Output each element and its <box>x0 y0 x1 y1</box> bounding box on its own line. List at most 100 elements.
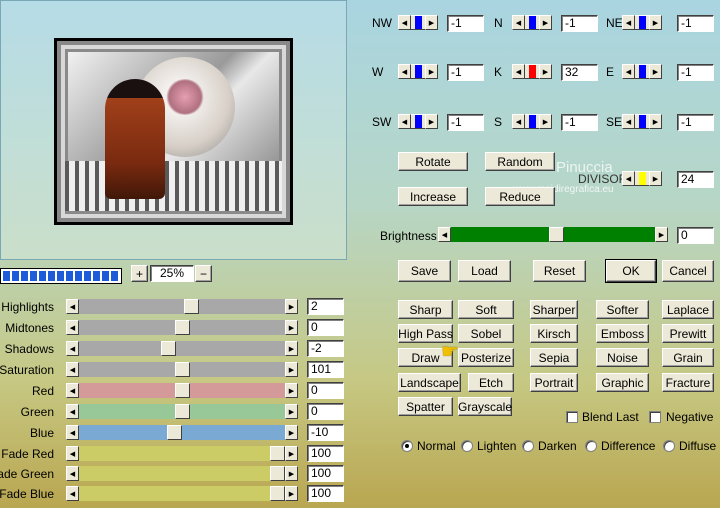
save-button[interactable]: Save <box>398 260 451 282</box>
dir-e-input[interactable]: -1 <box>677 64 714 81</box>
filter-prewitt-button[interactable]: Prewitt <box>662 324 714 343</box>
arrow-right-icon[interactable]: ▶ <box>285 320 298 335</box>
arrow-right-icon[interactable]: ▶ <box>649 171 662 186</box>
arrow-right-icon[interactable]: ▶ <box>425 15 438 30</box>
dir-ne-input[interactable]: -1 <box>677 15 714 32</box>
arrow-right-icon[interactable]: ▶ <box>425 64 438 79</box>
saturation-input[interactable]: 101 <box>307 361 344 378</box>
filter-etch-button[interactable]: Etch <box>468 373 514 392</box>
arrow-right-icon[interactable]: ▶ <box>539 64 552 79</box>
brightness-thumb[interactable] <box>549 227 564 242</box>
filter-spatter-button[interactable]: Spatter <box>398 397 453 416</box>
saturation-thumb[interactable] <box>175 362 190 377</box>
arrow-left-icon[interactable]: ◀ <box>512 15 525 30</box>
mode-lighten-radio[interactable] <box>461 440 473 452</box>
arrow-left-icon[interactable]: ◀ <box>66 320 79 335</box>
fade-blue-slider[interactable] <box>79 486 285 501</box>
zoom-out-button[interactable]: − <box>195 265 212 282</box>
arrow-left-icon[interactable]: ◀ <box>66 362 79 377</box>
dir-nw-input[interactable]: -1 <box>447 15 484 32</box>
reduce-button[interactable]: Reduce <box>485 187 555 206</box>
dir-n-spinner[interactable]: ◀ ▶ <box>512 15 552 30</box>
red-input[interactable]: 0 <box>307 382 344 399</box>
fade-red-input[interactable]: 100 <box>307 445 344 462</box>
dir-se-input[interactable]: -1 <box>677 114 714 131</box>
arrow-right-icon[interactable]: ▶ <box>285 362 298 377</box>
arrow-left-icon[interactable]: ◀ <box>66 446 79 461</box>
mode-diffuse-radio[interactable] <box>663 440 675 452</box>
arrow-left-icon[interactable]: ◀ <box>66 341 79 356</box>
arrow-left-icon[interactable]: ◀ <box>398 114 411 129</box>
mode-difference-radio[interactable] <box>585 440 597 452</box>
fade-blue-thumb[interactable] <box>270 486 285 501</box>
filter-softer-button[interactable]: Softer <box>596 300 649 319</box>
fade-green-thumb[interactable] <box>270 466 285 481</box>
red-thumb[interactable] <box>175 383 190 398</box>
shadows-slider[interactable] <box>79 341 285 356</box>
blend-last-checkbox[interactable] <box>566 411 578 423</box>
arrow-right-icon[interactable]: ▶ <box>539 114 552 129</box>
arrow-right-icon[interactable]: ▶ <box>285 383 298 398</box>
filter-sepia-button[interactable]: Sepia <box>530 348 578 367</box>
arrow-left-icon[interactable]: ◀ <box>622 64 635 79</box>
red-slider[interactable] <box>79 383 285 398</box>
green-input[interactable]: 0 <box>307 403 344 420</box>
filter-fracture-button[interactable]: Fracture <box>662 373 714 392</box>
arrow-left-icon[interactable]: ◀ <box>66 383 79 398</box>
dir-s-spinner[interactable]: ◀ ▶ <box>512 114 552 129</box>
increase-button[interactable]: Increase <box>398 187 468 206</box>
highlights-slider[interactable] <box>79 299 285 314</box>
blue-slider[interactable] <box>79 425 285 440</box>
arrow-left-icon[interactable]: ◀ <box>66 299 79 314</box>
divisor-spinner[interactable]: ◀ ▶ <box>622 171 662 186</box>
arrow-left-icon[interactable]: ◀ <box>622 114 635 129</box>
green-thumb[interactable] <box>175 404 190 419</box>
saturation-slider[interactable] <box>79 362 285 377</box>
midtones-input[interactable]: 0 <box>307 319 344 336</box>
fade-red-slider[interactable] <box>79 446 285 461</box>
brightness-input[interactable]: 0 <box>677 227 714 244</box>
dir-k-spinner[interactable]: ◀ ▶ <box>512 64 552 79</box>
midtones-thumb[interactable] <box>175 320 190 335</box>
fade-red-thumb[interactable] <box>270 446 285 461</box>
arrow-right-icon[interactable]: ▶ <box>285 299 298 314</box>
dir-sw-spinner[interactable]: ◀ ▶ <box>398 114 438 129</box>
filter-graphic-button[interactable]: Graphic <box>596 373 649 392</box>
dir-se-spinner[interactable]: ◀ ▶ <box>622 114 662 129</box>
dir-s-input[interactable]: -1 <box>561 114 598 131</box>
mode-normal-radio[interactable] <box>401 440 413 452</box>
dir-nw-spinner[interactable]: ◀ ▶ <box>398 15 438 30</box>
dir-e-spinner[interactable]: ◀ ▶ <box>622 64 662 79</box>
arrow-right-icon[interactable]: ▶ <box>425 114 438 129</box>
arrow-left-icon[interactable]: ◀ <box>66 466 79 481</box>
shadows-input[interactable]: -2 <box>307 340 344 357</box>
filter-soft-button[interactable]: Soft <box>458 300 514 319</box>
load-button[interactable]: Load <box>458 260 511 282</box>
filter-grain-button[interactable]: Grain <box>662 348 714 367</box>
dir-w-spinner[interactable]: ◀ ▶ <box>398 64 438 79</box>
arrow-right-icon[interactable]: ▶ <box>649 64 662 79</box>
arrow-left-icon[interactable]: ◀ <box>512 114 525 129</box>
filter-sobel-button[interactable]: Sobel <box>458 324 514 343</box>
cancel-button[interactable]: Cancel <box>662 260 714 282</box>
filter-landscape-button[interactable]: Landscape <box>398 373 461 392</box>
fade-green-input[interactable]: 100 <box>307 465 344 482</box>
blue-thumb[interactable] <box>167 425 182 440</box>
dir-sw-input[interactable]: -1 <box>447 114 484 131</box>
arrow-left-icon[interactable]: ◀ <box>398 15 411 30</box>
reset-button[interactable]: Reset <box>533 260 586 282</box>
highlights-input[interactable]: 2 <box>307 298 344 315</box>
arrow-left-icon[interactable]: ◀ <box>512 64 525 79</box>
arrow-left-icon[interactable]: ◀ <box>398 64 411 79</box>
preview-image[interactable] <box>54 38 293 225</box>
filter-posterize-button[interactable]: Posterize <box>458 348 514 367</box>
filter-laplace-button[interactable]: Laplace <box>662 300 714 319</box>
filter-grayscale-button[interactable]: Grayscale <box>458 397 512 416</box>
random-button[interactable]: Random <box>485 152 555 171</box>
dir-n-input[interactable]: -1 <box>561 15 598 32</box>
arrow-left-icon[interactable]: ◀ <box>622 171 635 186</box>
mode-darken-radio[interactable] <box>522 440 534 452</box>
fade-blue-input[interactable]: 100 <box>307 485 344 502</box>
dir-ne-spinner[interactable]: ◀ ▶ <box>622 15 662 30</box>
arrow-right-icon[interactable]: ▶ <box>285 404 298 419</box>
